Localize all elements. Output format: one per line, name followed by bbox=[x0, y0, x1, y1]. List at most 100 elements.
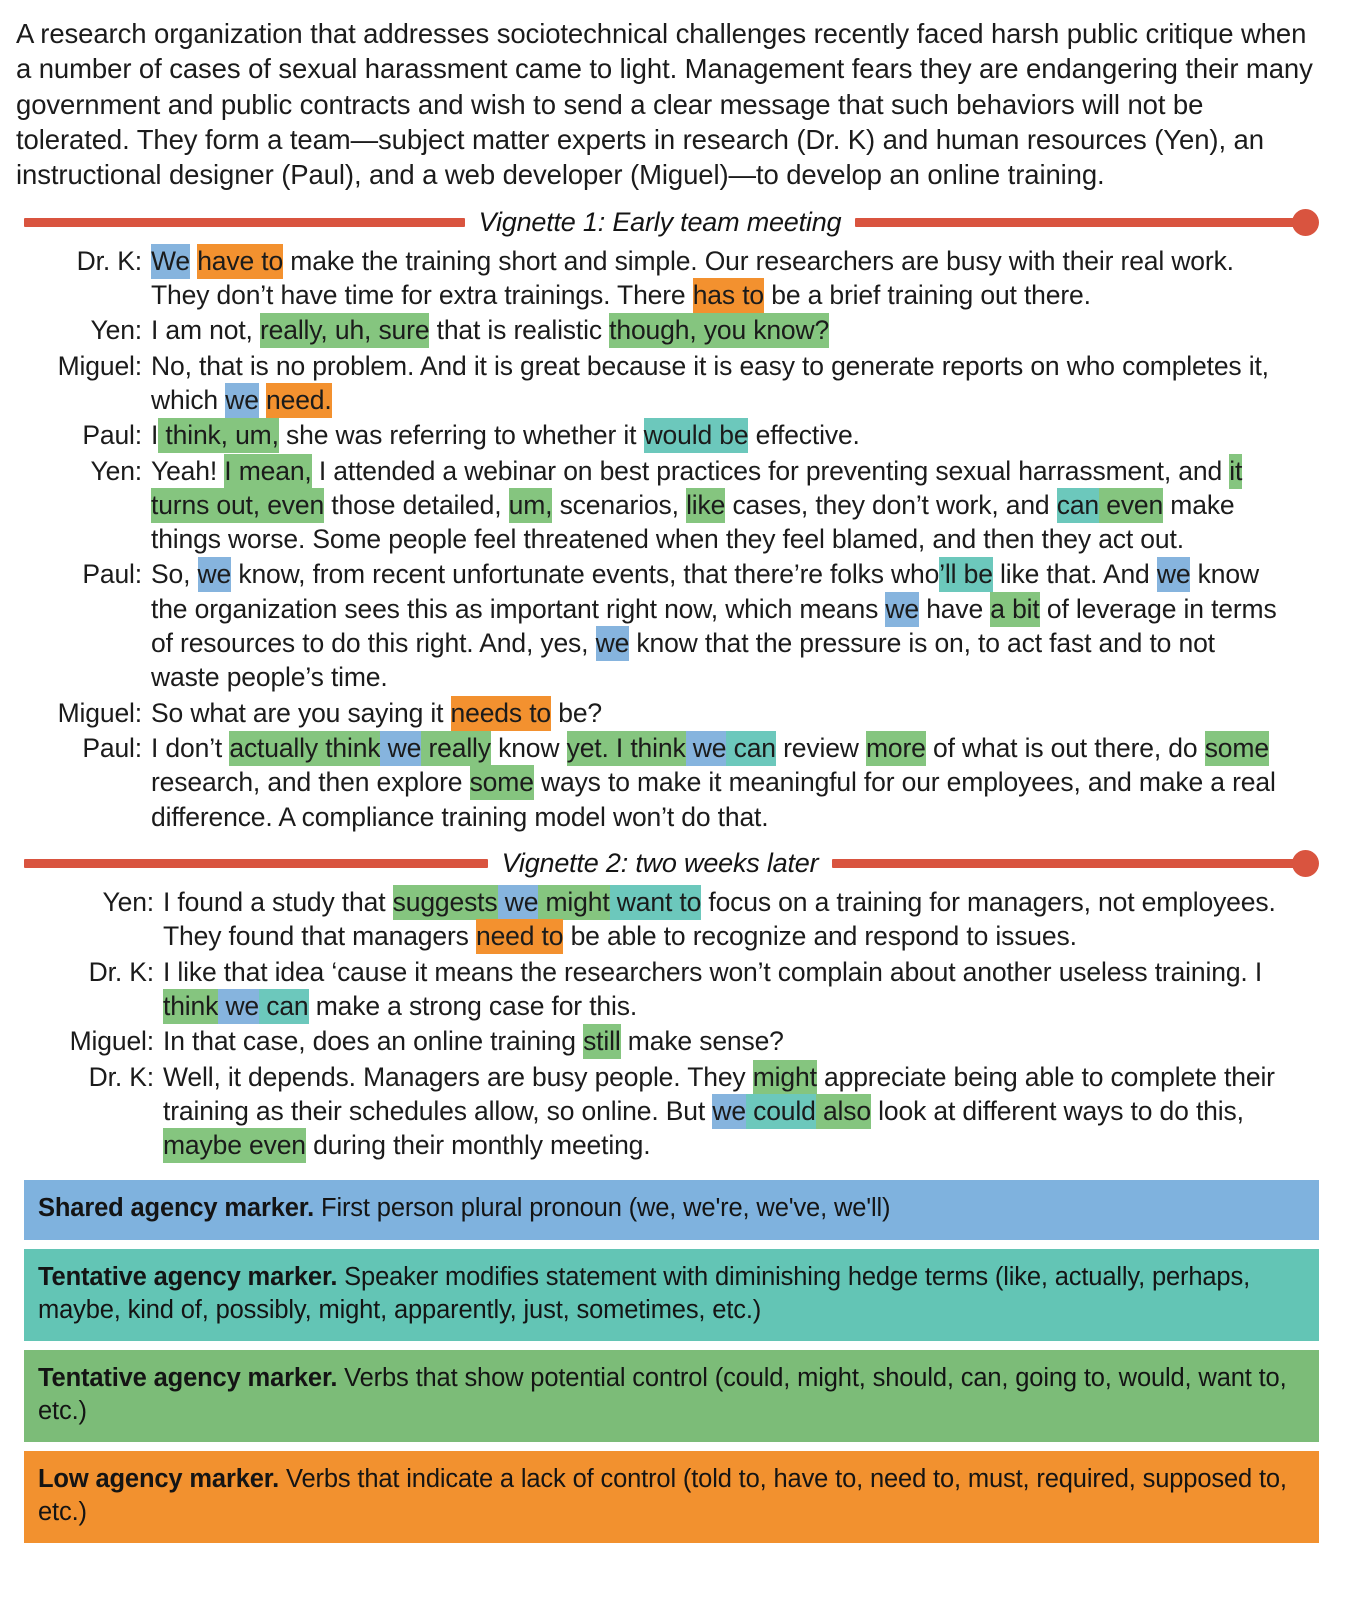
legend-term: Low agency marker. bbox=[38, 1465, 280, 1494]
highlight-orange: need to bbox=[475, 919, 564, 955]
highlight-blue: we bbox=[380, 731, 421, 767]
highlight-green: a bit bbox=[990, 591, 1040, 627]
dialogue-turn: Paul: I think, um, she was referring to w… bbox=[12, 418, 1327, 454]
speaker-label: Paul: bbox=[82, 420, 142, 451]
utterance-text: Well, it depends. Managers are busy peop… bbox=[163, 1059, 1327, 1164]
divider-rule-right bbox=[832, 858, 1296, 868]
highlight-teal: could bbox=[745, 1093, 816, 1129]
speaker-label: Yen: bbox=[102, 886, 155, 917]
utterance-text: So, we know, from recent unfortunate eve… bbox=[151, 557, 1277, 693]
dialogue-turn: Dr. K: We have to make the training short… bbox=[12, 243, 1327, 313]
intro-paragraph: A research organization that addresses s… bbox=[16, 18, 1313, 191]
highlight-orange: has to bbox=[692, 277, 764, 313]
highlight-blue: We bbox=[151, 243, 190, 279]
utterance-text: I am not, really, uh, sure that is reali… bbox=[151, 313, 1327, 349]
speaker-label: Yen: bbox=[90, 315, 143, 346]
highlight-green: still bbox=[583, 1024, 621, 1060]
speaker-label: Dr. K: bbox=[88, 956, 155, 987]
vignette-2-dialogue: Yen: I found a study that suggests we mig… bbox=[12, 884, 1327, 1164]
vignette-2-divider: Vignette 2: two weeks later bbox=[24, 848, 1319, 879]
legend-row-teal: Tentative agency marker. Speaker modifie… bbox=[24, 1248, 1319, 1341]
highlight-green: actually think bbox=[229, 731, 381, 767]
legend-row-green: Tentative agency marker. Verbs that show… bbox=[24, 1349, 1319, 1443]
legend: Shared agency marker. First person plura… bbox=[24, 1180, 1319, 1544]
highlight-green: some bbox=[469, 765, 534, 801]
divider-rule-left bbox=[24, 858, 488, 868]
utterance-text: I found a study that suggests we might w… bbox=[163, 884, 1327, 955]
highlight-blue: we bbox=[197, 557, 231, 593]
highlight-green: think bbox=[163, 988, 218, 1024]
utterance-text: I like that idea ‘cause it means the res… bbox=[163, 955, 1327, 1024]
utterance-text: In that case, does an online training st… bbox=[163, 1024, 1327, 1060]
highlight-blue: we bbox=[497, 884, 538, 920]
dialogue-turn: Dr. K: I like that idea ‘cause it means t… bbox=[12, 955, 1327, 1024]
dialogue-turn: Yen: Yeah! I mean, I attended a webinar o… bbox=[12, 453, 1327, 557]
highlight-green: um, bbox=[508, 487, 553, 523]
highlight-green: like bbox=[686, 487, 725, 523]
speaker-label: Yen: bbox=[90, 455, 143, 486]
highlight-green: really bbox=[421, 731, 491, 767]
highlight-blue: we bbox=[885, 591, 919, 627]
dialogue-turn: Yen: I am not, really, uh, sure that is r… bbox=[12, 313, 1327, 349]
speaker-label: Dr. K: bbox=[76, 245, 143, 276]
dialogue-turn: Dr. K: Well, it depends. Managers are bus… bbox=[12, 1059, 1327, 1164]
vignette-2-title: Vignette 2: two weeks later bbox=[501, 847, 819, 878]
vignette-1-dialogue: Dr. K: We have to make the training short… bbox=[12, 243, 1327, 834]
divider-endcap-circle bbox=[1292, 849, 1319, 877]
speaker-label: Paul: bbox=[82, 733, 142, 764]
highlight-orange: needs to bbox=[450, 695, 551, 731]
highlight-green: though, you know? bbox=[609, 313, 829, 349]
speaker-label: Miguel: bbox=[57, 350, 143, 381]
highlight-green: suggests bbox=[392, 884, 498, 920]
legend-row-blue: Shared agency marker. First person plura… bbox=[24, 1180, 1319, 1240]
legend-term: Tentative agency marker. bbox=[38, 1262, 338, 1291]
speaker-label: Paul: bbox=[82, 559, 142, 590]
legend-term: Tentative agency marker. bbox=[38, 1363, 338, 1392]
dialogue-turn: Paul: So, we know, from recent unfortunat… bbox=[12, 557, 1327, 694]
highlight-green: I mean, bbox=[224, 453, 312, 489]
highlight-teal: ’ll be bbox=[939, 557, 993, 593]
divider-rule-left bbox=[24, 217, 465, 227]
highlight-blue: we bbox=[595, 626, 629, 662]
highlight-teal: want to bbox=[609, 884, 701, 920]
vignette-1-divider: Vignette 1: Early team meeting bbox=[24, 207, 1319, 238]
highlight-teal: can bbox=[1056, 487, 1099, 523]
highlight-blue: we bbox=[218, 988, 259, 1024]
utterance-text: Yeah! I mean, I attended a webinar on be… bbox=[151, 453, 1243, 555]
utterance-text: No, that is no problem. And it is great … bbox=[151, 349, 1327, 418]
highlight-green: maybe even bbox=[163, 1128, 306, 1164]
highlight-green: also bbox=[815, 1093, 871, 1129]
dialogue-turn: Miguel: In that case, does an online trai… bbox=[12, 1024, 1327, 1060]
dialogue-turn: Paul: I don’t actually think we really kn… bbox=[12, 731, 1327, 834]
highlight-green: think, um, bbox=[158, 418, 279, 454]
figure-page: A research organization that addresses s… bbox=[0, 0, 1347, 1560]
highlight-teal: can bbox=[259, 988, 309, 1024]
highlight-orange: need. bbox=[266, 382, 332, 418]
utterance-text: We have to make the training short and s… bbox=[151, 243, 1327, 313]
highlight-green: yet. I think bbox=[566, 731, 686, 767]
dialogue-turn: Miguel: So what are you saying it needs t… bbox=[12, 695, 1327, 731]
highlight-green: might bbox=[752, 1059, 817, 1095]
highlight-green: might bbox=[538, 884, 610, 920]
highlight-orange: have to bbox=[197, 243, 283, 279]
divider-endcap-circle bbox=[1292, 208, 1319, 236]
speaker-label: Miguel: bbox=[69, 1026, 155, 1057]
highlight-blue: we bbox=[225, 382, 259, 418]
speaker-label: Dr. K: bbox=[88, 1061, 155, 1092]
legend-row-orange: Low agency marker. Verbs that indicate a… bbox=[24, 1451, 1319, 1544]
highlight-blue: we bbox=[1156, 557, 1191, 593]
utterance-text: I think, um, she was referring to whethe… bbox=[151, 418, 1327, 454]
legend-definition: First person plural pronoun (we, we're, … bbox=[314, 1194, 891, 1223]
highlight-green: really, uh, sure bbox=[259, 313, 430, 349]
utterance-text: I don’t actually think we really know ye… bbox=[151, 731, 1276, 832]
dialogue-turn: Yen: I found a study that suggests we mig… bbox=[12, 884, 1327, 955]
legend-term: Shared agency marker. bbox=[38, 1194, 315, 1223]
highlight-green: even bbox=[1099, 487, 1163, 523]
highlight-blue: we bbox=[685, 731, 727, 767]
highlight-green: some bbox=[1204, 731, 1269, 767]
highlight-blue: we bbox=[712, 1093, 746, 1129]
highlight-teal: would be bbox=[643, 418, 749, 454]
speaker-label: Miguel: bbox=[57, 697, 143, 728]
highlight-teal: can bbox=[726, 731, 776, 767]
dialogue-turn: Miguel: No, that is no problem. And it is… bbox=[12, 349, 1327, 418]
